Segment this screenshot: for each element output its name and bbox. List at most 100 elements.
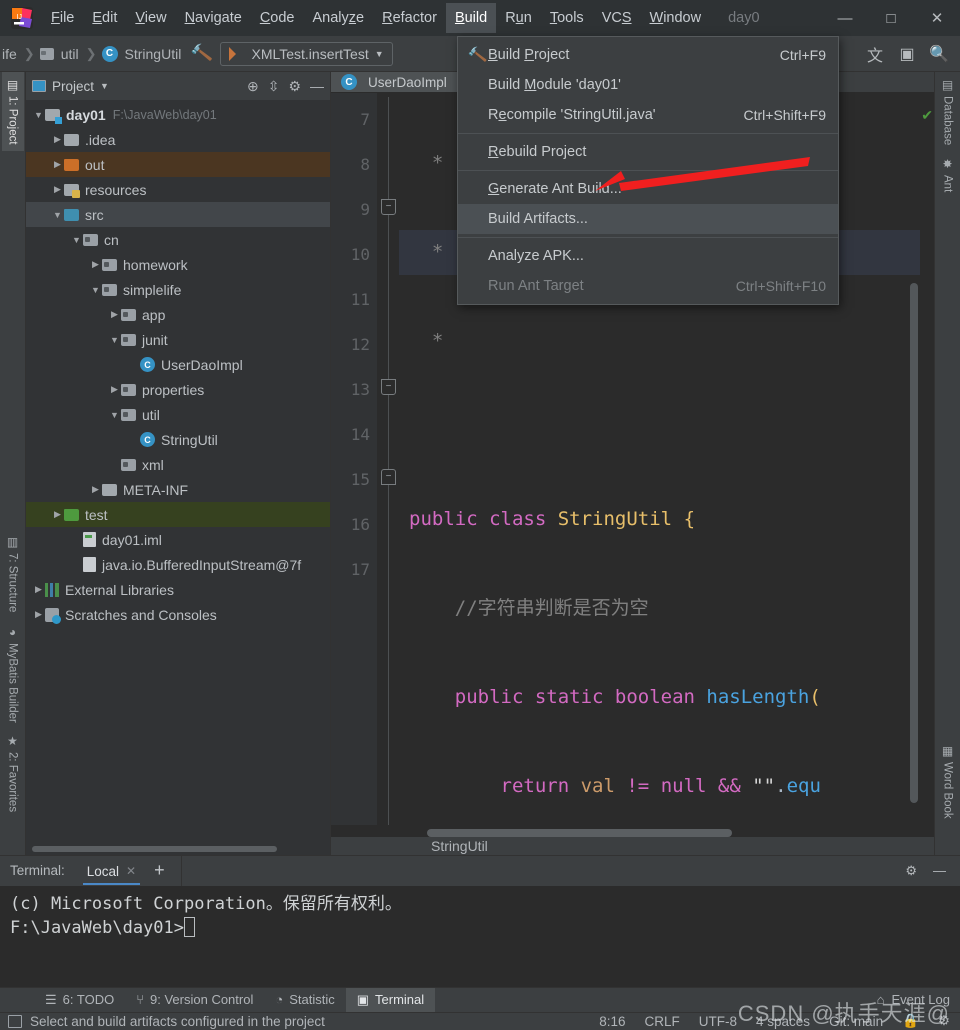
sidebar-item-project[interactable]: ▤ 1: Project (1, 72, 24, 151)
sidebar-item-ant[interactable]: ✸ Ant (937, 151, 959, 198)
sidebar-item-word-book[interactable]: ▦ Word Book (937, 738, 959, 825)
toolwindow-statistic[interactable]: ◔ Statistic (264, 988, 345, 1011)
tree-node-util[interactable]: ▼ util (26, 402, 330, 427)
menu-refactor[interactable]: Refactor (373, 3, 446, 33)
file-encoding[interactable]: UTF-8 (699, 1014, 737, 1029)
editor-vertical-scrollbar[interactable] (910, 283, 918, 804)
breadcrumb-item-project[interactable]: ife (0, 46, 19, 62)
tree-node-day01[interactable]: ▼ day01 F:\JavaWeb\day01 (26, 102, 330, 127)
chevron-down-icon[interactable]: ▼ (108, 410, 121, 420)
sidebar-item-structure[interactable]: ▥ 7: Structure (2, 529, 24, 618)
menu-navigate[interactable]: Navigate (176, 3, 251, 33)
collapse-all-icon[interactable]: ⇳ (268, 78, 280, 95)
toolwindow-terminal[interactable]: ▣ Terminal (345, 987, 436, 1012)
chevron-right-icon[interactable]: ▶ (51, 159, 64, 170)
tree-node-junit[interactable]: ▼ junit (26, 327, 330, 352)
menu-file[interactable]: File (42, 3, 83, 33)
code-folding-column[interactable]: − − − (377, 93, 399, 825)
tree-node-test[interactable]: ▶ test (26, 502, 330, 527)
tree-node-src[interactable]: ▼ src (26, 202, 330, 227)
event-log-button[interactable]: ⌂ Event Log (877, 992, 960, 1007)
menu-edit[interactable]: Edit (83, 3, 126, 33)
tree-node-meta-inf[interactable]: ▶ META-INF (26, 477, 330, 502)
inspection-marker-strip[interactable]: ✔ (920, 93, 934, 825)
project-horizontal-scrollbar[interactable] (26, 842, 330, 855)
menu-item-recompile[interactable]: · Recompile 'StringUtil.java' Ctrl+Shift… (458, 100, 838, 130)
sidebar-item-favorites[interactable]: ★ 2: Favorites (2, 728, 24, 818)
menu-run[interactable]: Run (496, 3, 541, 33)
menu-analyze[interactable]: Analyze (304, 3, 374, 33)
chevron-down-icon[interactable]: ▼ (70, 235, 83, 245)
sidebar-item-mybatis-builder[interactable]: ◕ MyBatis Builder (2, 619, 24, 729)
menu-item-build-project[interactable]: 🔨 Build Project Ctrl+F9 (458, 40, 838, 70)
minimize-button[interactable]: — (822, 0, 868, 36)
sidebar-item-database[interactable]: ▤ Database (937, 72, 959, 151)
chevron-right-icon[interactable]: ▶ (108, 309, 121, 320)
close-button[interactable]: ✕ (914, 0, 960, 36)
tree-node-scratches-and-consoles[interactable]: ▶ Scratches and Consoles (26, 602, 330, 627)
build-dropdown-menu[interactable]: 🔨 Build Project Ctrl+F9 · Build Module '… (457, 36, 839, 305)
breadcrumb-item-util[interactable]: util (59, 46, 81, 62)
chevron-right-icon[interactable]: ▶ (51, 509, 64, 520)
tree-node-idea[interactable]: ▶ .idea (26, 127, 330, 152)
chevron-right-icon[interactable]: ▶ (51, 134, 64, 145)
target-icon[interactable]: ⊕ (247, 78, 259, 95)
chevron-right-icon[interactable]: ▶ (108, 459, 121, 470)
fold-marker-icon[interactable]: − (381, 199, 396, 216)
close-icon[interactable]: ✕ (126, 864, 136, 878)
tree-node-homework[interactable]: ▶ homework (26, 252, 330, 277)
chevron-right-icon[interactable]: ▶ (70, 559, 83, 570)
fold-marker-icon[interactable]: − (381, 379, 396, 396)
git-branch[interactable]: Git: main (829, 1014, 883, 1029)
chevron-down-icon[interactable]: ▼ (108, 335, 121, 345)
menu-item-rebuild-project[interactable]: · Rebuild Project (458, 137, 838, 167)
chevron-right-icon[interactable]: ▶ (127, 434, 140, 445)
breadcrumb-item-stringutil[interactable]: StringUtil (123, 46, 184, 62)
editor-horizontal-scrollbar[interactable] (331, 824, 934, 837)
tree-node-cn[interactable]: ▼ cn (26, 227, 330, 252)
chevron-right-icon[interactable]: ▶ (89, 259, 102, 270)
chevron-down-icon[interactable]: ▼ (89, 285, 102, 295)
menu-vcs[interactable]: VCS (593, 3, 641, 33)
maximize-button[interactable]: □ (868, 0, 914, 36)
chevron-right-icon[interactable]: ▶ (51, 184, 64, 195)
indent-setting[interactable]: 4 spaces (756, 1014, 810, 1029)
gear-icon[interactable]: ⚙ (288, 78, 301, 95)
chevron-right-icon[interactable]: ▶ (32, 584, 45, 595)
tree-node-java-io-bufferedinputstream-7f[interactable]: ▶ java.io.BufferedInputStream@7f (26, 552, 330, 577)
tree-node-day01-iml[interactable]: ▶ day01.iml (26, 527, 330, 552)
hide-icon[interactable]: — (933, 863, 946, 878)
tree-node-userdaoimpl[interactable]: ▶C UserDaoImpl (26, 352, 330, 377)
tree-node-external-libraries[interactable]: ▶ External Libraries (26, 577, 330, 602)
gear-icon[interactable]: ⚙ (938, 1013, 950, 1029)
menu-build[interactable]: Build (445, 3, 497, 33)
gear-icon[interactable]: ⚙ (905, 863, 917, 879)
chevron-right-icon[interactable]: ▶ (108, 384, 121, 395)
editor-tab-userdaoimpl[interactable]: C UserDaoImpl (331, 72, 457, 93)
menu-item-analyze-apk[interactable]: · Analyze APK... (458, 241, 838, 271)
toolwindow-todo[interactable]: ☰ 6: TODO (34, 988, 125, 1012)
terminal-output[interactable]: (c) Microsoft Corporation。保留所有权利。 F:\Jav… (0, 885, 960, 987)
tree-node-resources[interactable]: ▶ resources (26, 177, 330, 202)
menu-tools[interactable]: Tools (541, 3, 593, 33)
hammer-icon[interactable]: 🔨 (182, 40, 222, 66)
add-terminal-icon[interactable]: + (144, 860, 175, 881)
run-icon[interactable]: ▣ (894, 41, 920, 67)
chevron-down-icon[interactable]: ▼ (51, 210, 64, 220)
hide-icon[interactable]: — (310, 78, 324, 94)
chevron-down-icon[interactable]: ▼ (32, 110, 45, 120)
caret-position[interactable]: 8:16 (599, 1014, 625, 1029)
tree-node-stringutil[interactable]: ▶C StringUtil (26, 427, 330, 452)
toolwindow-version-control[interactable]: ⑂ 9: Version Control (125, 988, 264, 1011)
run-configuration-selector[interactable]: XMLTest.insertTest ▼ (220, 41, 393, 66)
tree-node-out[interactable]: ▶ out (26, 152, 330, 177)
chevron-down-icon[interactable]: ▼ (100, 81, 109, 91)
editor-breadcrumb[interactable]: StringUtil (331, 836, 934, 855)
tree-node-app[interactable]: ▶ app (26, 302, 330, 327)
chevron-right-icon[interactable]: ▶ (32, 609, 45, 620)
menu-window[interactable]: Window (641, 3, 711, 33)
menu-view[interactable]: View (126, 3, 175, 33)
lock-icon[interactable]: 🔒 (902, 1013, 919, 1029)
tree-node-properties[interactable]: ▶ properties (26, 377, 330, 402)
project-tree[interactable]: ▼ day01 F:\JavaWeb\day01 ▶ .idea ▶ out ▶ resourc… (26, 100, 330, 843)
